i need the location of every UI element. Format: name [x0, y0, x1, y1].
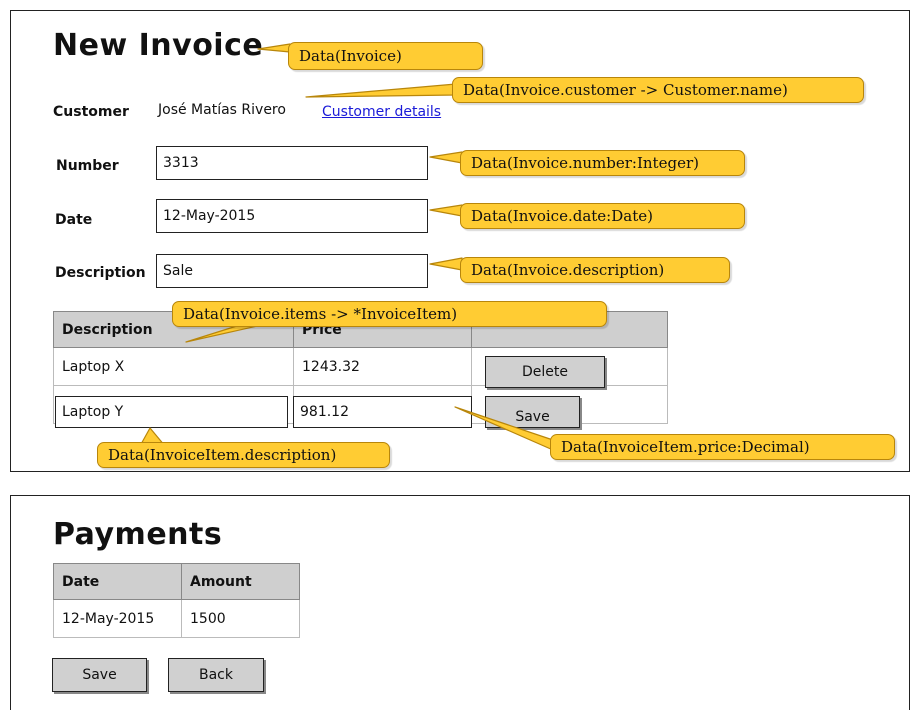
number-label: Number — [56, 158, 119, 174]
save-item-button[interactable]: Save — [485, 396, 580, 428]
column-header-amount: Amount — [181, 563, 300, 600]
date-field[interactable] — [156, 199, 428, 233]
annotation-date: Data(Invoice.date:Date) — [460, 203, 745, 229]
description-field[interactable] — [156, 254, 428, 288]
table-row: 12-May-2015 1500 — [53, 599, 300, 638]
annotation-description: Data(Invoice.description) — [460, 257, 730, 283]
item-description-input[interactable] — [55, 396, 288, 428]
customer-label: Customer — [53, 104, 129, 120]
payment-date: 12-May-2015 — [53, 599, 182, 638]
number-field[interactable] — [156, 146, 428, 180]
annotation-invoice: Data(Invoice) — [288, 42, 483, 70]
column-header-date: Date — [53, 563, 182, 600]
payments-title: Payments — [53, 517, 223, 552]
item-price: 1243.32 — [293, 347, 472, 386]
delete-item-button[interactable]: Delete — [485, 356, 605, 388]
annotation-customer: Data(Invoice.customer -> Customer.name) — [452, 77, 864, 103]
customer-name: José Matías Rivero — [158, 102, 286, 118]
table-header-row: Date Amount — [53, 563, 300, 600]
annotation-item-description: Data(InvoiceItem.description) — [97, 442, 390, 468]
payments-table: Date Amount 12-May-2015 1500 — [53, 563, 300, 638]
save-button[interactable]: Save — [52, 658, 147, 692]
payment-amount: 1500 — [181, 599, 300, 638]
item-price-input[interactable] — [293, 396, 472, 428]
customer-details-link[interactable]: Customer details — [322, 104, 441, 120]
annotation-number: Data(Invoice.number:Integer) — [460, 150, 745, 176]
item-description: Laptop X — [53, 347, 294, 386]
annotation-items: Data(Invoice.items -> *InvoiceItem) — [172, 301, 607, 327]
back-button[interactable]: Back — [168, 658, 264, 692]
invoice-title: New Invoice — [53, 28, 264, 63]
date-label: Date — [55, 212, 93, 228]
description-label: Description — [55, 265, 146, 281]
annotation-item-price: Data(InvoiceItem.price:Decimal) — [550, 434, 895, 460]
